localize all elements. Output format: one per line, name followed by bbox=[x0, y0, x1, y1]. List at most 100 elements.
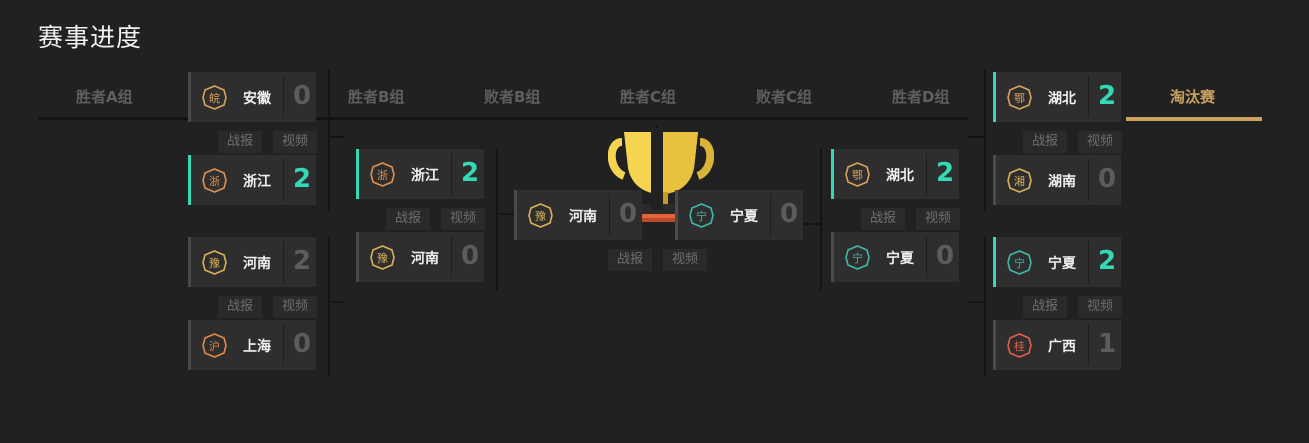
svg-text:宁: 宁 bbox=[852, 251, 863, 265]
page-title: 赛事进度 bbox=[38, 23, 143, 52]
team-card[interactable]: 豫 河南 2 bbox=[188, 237, 316, 287]
team-card[interactable]: 豫 河南 0 bbox=[514, 190, 642, 240]
team-name: 湖北 bbox=[886, 168, 914, 184]
match-video-link[interactable]: 视频 bbox=[663, 249, 707, 271]
svg-text:湘: 湘 bbox=[1014, 174, 1025, 188]
bracket-line bbox=[328, 301, 344, 303]
team-divider bbox=[1088, 159, 1089, 201]
team-card[interactable]: 湘 湖南 0 bbox=[993, 155, 1121, 205]
match-report-link[interactable]: 战报 bbox=[386, 208, 430, 230]
team-card[interactable]: 桂 广西 1 bbox=[993, 320, 1121, 370]
tab-winner-b[interactable]: 胜者B组 bbox=[348, 86, 404, 107]
team-score: 0 bbox=[779, 199, 799, 229]
team-card[interactable]: 豫 河南 0 bbox=[356, 232, 484, 282]
svg-text:桂: 桂 bbox=[1014, 339, 1025, 353]
bracket-line bbox=[984, 236, 986, 376]
svg-text:宁: 宁 bbox=[1014, 256, 1025, 270]
team-card[interactable]: 鄂 湖北 2 bbox=[993, 72, 1121, 122]
team-divider bbox=[926, 236, 927, 278]
team-score: 0 bbox=[618, 199, 638, 229]
team-emblem-icon: 浙 bbox=[370, 162, 395, 187]
team-card[interactable]: 皖 安徽 0 bbox=[188, 72, 316, 122]
tab-loser-c[interactable]: 败者C组 bbox=[756, 86, 812, 107]
team-score: 0 bbox=[292, 81, 312, 111]
team-emblem-icon: 宁 bbox=[1007, 250, 1032, 275]
match-report-link[interactable]: 战报 bbox=[608, 249, 652, 271]
team-name: 湖北 bbox=[1048, 91, 1076, 107]
team-divider bbox=[1088, 241, 1089, 283]
team-divider bbox=[1088, 76, 1089, 118]
bracket-line bbox=[804, 223, 822, 225]
svg-text:鄂: 鄂 bbox=[852, 169, 863, 182]
team-card[interactable]: 浙 浙江 2 bbox=[188, 155, 316, 205]
team-emblem-icon: 鄂 bbox=[1007, 85, 1032, 110]
tab-knockout[interactable]: 淘汰赛 bbox=[1170, 86, 1215, 107]
team-name: 宁夏 bbox=[730, 209, 758, 225]
trophy-divider bbox=[651, 128, 663, 210]
tab-loser-b[interactable]: 败者B组 bbox=[484, 86, 540, 107]
team-emblem-icon: 宁 bbox=[845, 245, 870, 270]
tab-winner-a[interactable]: 胜者A组 bbox=[76, 86, 133, 107]
svg-text:宁: 宁 bbox=[696, 209, 707, 223]
match-video-link[interactable]: 视频 bbox=[1078, 296, 1122, 318]
team-emblem-icon: 沪 bbox=[202, 333, 227, 358]
team-card[interactable]: 宁 宁夏 0 bbox=[831, 232, 959, 282]
team-emblem-icon: 桂 bbox=[1007, 333, 1032, 358]
team-divider bbox=[770, 194, 771, 236]
match-report-link[interactable]: 战报 bbox=[1023, 296, 1067, 318]
tab-winner-d[interactable]: 胜者D组 bbox=[892, 86, 949, 107]
bracket-line bbox=[328, 136, 344, 138]
team-name: 宁夏 bbox=[886, 251, 914, 267]
team-emblem-icon: 浙 bbox=[202, 168, 227, 193]
team-card[interactable]: 沪 上海 0 bbox=[188, 320, 316, 370]
match-video-link[interactable]: 视频 bbox=[273, 131, 317, 153]
svg-text:浙: 浙 bbox=[377, 169, 388, 182]
bracket-line bbox=[496, 148, 498, 290]
team-emblem-icon: 豫 bbox=[202, 250, 227, 275]
team-divider bbox=[1088, 324, 1089, 366]
team-card[interactable]: 宁 宁夏 0 bbox=[675, 190, 803, 240]
team-emblem-icon: 豫 bbox=[370, 245, 395, 270]
match-report-link[interactable]: 战报 bbox=[218, 296, 262, 318]
team-divider bbox=[283, 76, 284, 118]
team-emblem-icon: 湘 bbox=[1007, 168, 1032, 193]
team-name: 广西 bbox=[1048, 339, 1076, 355]
team-score: 0 bbox=[1097, 164, 1117, 194]
team-divider bbox=[451, 236, 452, 278]
match-video-link[interactable]: 视频 bbox=[441, 208, 485, 230]
team-divider bbox=[926, 153, 927, 195]
team-name: 浙江 bbox=[411, 168, 439, 184]
team-emblem-icon: 宁 bbox=[689, 203, 714, 228]
match-report-link[interactable]: 战报 bbox=[218, 131, 262, 153]
team-score: 2 bbox=[460, 158, 480, 188]
team-card[interactable]: 浙 浙江 2 bbox=[356, 149, 484, 199]
bracket-line bbox=[496, 213, 514, 215]
team-card[interactable]: 鄂 湖北 2 bbox=[831, 149, 959, 199]
svg-text:豫: 豫 bbox=[209, 257, 220, 270]
bracket-line bbox=[328, 70, 330, 212]
team-name: 湖南 bbox=[1048, 174, 1076, 190]
svg-text:豫: 豫 bbox=[377, 252, 388, 265]
match-video-link[interactable]: 视频 bbox=[273, 296, 317, 318]
team-emblem-icon: 鄂 bbox=[845, 162, 870, 187]
match-report-link[interactable]: 战报 bbox=[861, 208, 905, 230]
bracket-line bbox=[820, 148, 822, 290]
team-name: 浙江 bbox=[243, 174, 271, 190]
team-score: 0 bbox=[935, 241, 955, 271]
team-score: 2 bbox=[935, 158, 955, 188]
tabs-divider bbox=[38, 117, 968, 120]
match-video-link[interactable]: 视频 bbox=[1078, 131, 1122, 153]
match-video-link[interactable]: 视频 bbox=[916, 208, 960, 230]
team-score: 2 bbox=[292, 246, 312, 276]
team-name: 河南 bbox=[411, 251, 439, 267]
team-score: 2 bbox=[292, 164, 312, 194]
tab-winner-c[interactable]: 胜者C组 bbox=[620, 86, 676, 107]
team-divider bbox=[283, 159, 284, 201]
team-score: 2 bbox=[1097, 81, 1117, 111]
team-name: 上海 bbox=[243, 339, 271, 355]
svg-text:浙: 浙 bbox=[209, 175, 220, 188]
team-score: 1 bbox=[1097, 329, 1117, 359]
team-card[interactable]: 宁 宁夏 2 bbox=[993, 237, 1121, 287]
team-emblem-icon: 豫 bbox=[528, 203, 553, 228]
match-report-link[interactable]: 战报 bbox=[1023, 131, 1067, 153]
